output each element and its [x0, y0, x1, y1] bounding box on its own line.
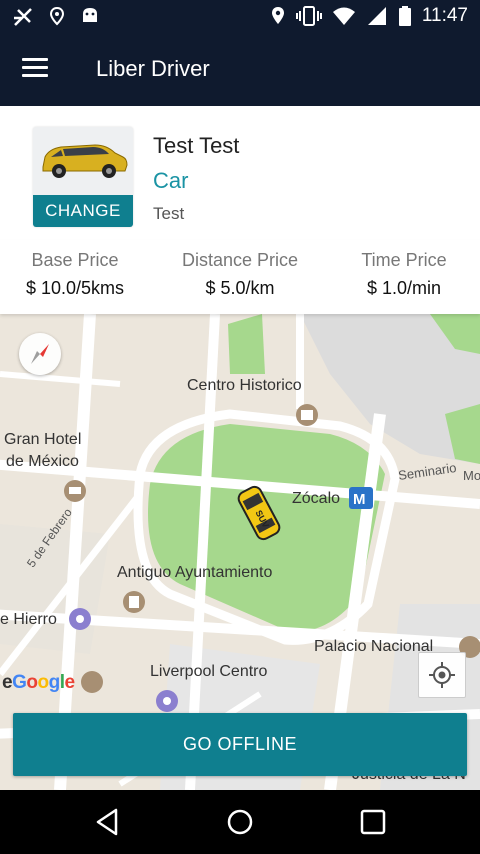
map-label-de-mexico: de México — [6, 453, 79, 470]
wifi-icon — [332, 5, 356, 27]
map-label-mo: Mo — [463, 468, 480, 483]
system-nav-bar — [0, 790, 480, 854]
location-icon — [270, 5, 286, 27]
app-bar: Liber Driver — [0, 34, 480, 106]
compass-icon — [31, 344, 49, 364]
time-price-value: $ 1.0/min — [366, 278, 442, 298]
crosshair-icon — [429, 662, 455, 688]
change-vehicle-button[interactable]: CHANGE — [33, 195, 133, 227]
android-icon — [80, 6, 100, 28]
vehicle-card: CHANGE Test Test Car Test — [0, 106, 480, 240]
vehicle-note: Test — [153, 204, 185, 223]
map-label-centro-historico: Centro Historico — [187, 377, 302, 394]
status-bar: 11:47 — [0, 0, 480, 34]
map-label-hierro: e Hierro — [0, 611, 57, 628]
distance-price-value: $ 5.0/km — [205, 278, 275, 298]
metro-badge: M — [353, 491, 366, 508]
recents-icon[interactable] — [357, 806, 389, 843]
location-pin-icon — [48, 6, 66, 28]
map-label-gran-hotel: Gran Hotel — [4, 431, 82, 448]
distance-price-label: Distance Price — [181, 250, 299, 270]
hamburger-menu-icon[interactable] — [22, 58, 52, 82]
time-price: Time Price $ 1.0/min — [338, 250, 470, 299]
map-view[interactable]: Centro Historico Gran Hotel de México Zó… — [0, 314, 480, 790]
base-price: Base Price $ 10.0/5kms — [8, 250, 142, 299]
base-price-value: $ 10.0/5kms — [25, 278, 125, 298]
google-logo: eGoogle — [2, 672, 75, 693]
map-label-liverpool-centro: Liverpool Centro — [150, 663, 268, 680]
time-price-label: Time Price — [361, 250, 447, 270]
map-label-palacio-nacional: Palacio Nacional — [314, 638, 434, 655]
vehicle-type: Car — [153, 168, 189, 193]
distance-price: Distance Price $ 5.0/km — [166, 250, 314, 299]
back-icon[interactable] — [92, 806, 124, 843]
status-time: 11:47 — [421, 5, 468, 26]
my-location-button[interactable] — [418, 652, 466, 698]
vibrate-icon — [295, 5, 322, 27]
map-label-zocalo: Zócalo — [292, 490, 341, 507]
cellular-signal-icon — [366, 5, 388, 27]
price-summary: Base Price $ 10.0/5kms Distance Price $ … — [0, 240, 480, 314]
car-image — [42, 144, 128, 178]
app-title: Liber Driver — [96, 56, 210, 81]
signal-off-icon — [12, 6, 34, 28]
map-label-antiguo-ayuntamiento: Antiguo Ayuntamiento — [117, 564, 273, 581]
go-offline-button[interactable]: GO OFFLINE — [13, 713, 467, 776]
base-price-label: Base Price — [31, 250, 119, 270]
vehicle-photo: CHANGE — [33, 127, 133, 227]
home-icon[interactable] — [224, 806, 256, 843]
battery-icon — [398, 5, 412, 27]
driver-name: Test Test — [153, 133, 240, 158]
compass-button[interactable] — [19, 333, 61, 375]
